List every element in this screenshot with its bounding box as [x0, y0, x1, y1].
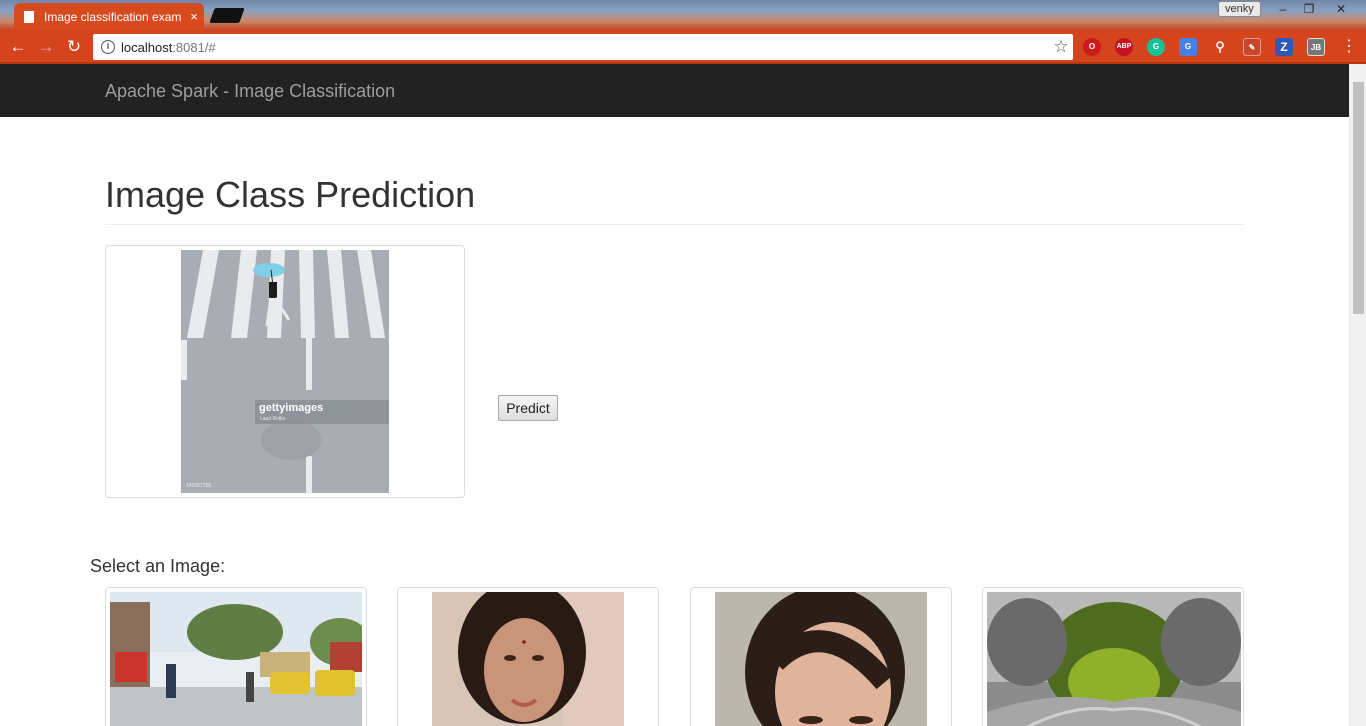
address-bar[interactable]: i localhost:8081/# ☆: [93, 34, 1073, 60]
woman-portrait-photo-2[interactable]: [715, 592, 927, 726]
navbar-brand[interactable]: Apache Spark - Image Classification: [105, 81, 395, 102]
street-scene-photo[interactable]: [110, 592, 362, 726]
page-viewport: Apache Spark - Image Classification Imag…: [0, 64, 1349, 726]
page-scrollbar[interactable]: [1349, 64, 1366, 726]
opera-icon[interactable]: O: [1083, 38, 1101, 56]
google-translate-icon[interactable]: G: [1179, 38, 1197, 56]
forward-icon[interactable]: →: [36, 37, 56, 57]
zotero-icon[interactable]: Z: [1275, 38, 1293, 56]
predict-button[interactable]: Predict: [498, 395, 558, 421]
thumbnail-card-2[interactable]: [397, 587, 659, 726]
jb-icon[interactable]: JB: [1307, 38, 1325, 56]
window-close-icon[interactable]: ✕: [1328, 0, 1354, 18]
thumbnail-card-3[interactable]: [690, 587, 952, 726]
select-image-label: Select an Image:: [90, 556, 226, 576]
grammarly-icon[interactable]: G: [1147, 38, 1165, 56]
thumbnail-card-4[interactable]: [982, 587, 1244, 726]
browser-titlebar: Image classification exam × venky – ❐ ✕: [0, 0, 1366, 30]
top-navbar: Apache Spark - Image Classification: [0, 64, 1349, 117]
url-rest: :8081/#: [172, 39, 216, 55]
new-tab-button[interactable]: [209, 8, 245, 23]
tab-title: Image classification exam: [44, 9, 182, 24]
preview-image-frame: gettyimages Lauri Rotko 142067756: [105, 245, 465, 498]
document-icon: [24, 10, 34, 23]
preview-image: gettyimages Lauri Rotko 142067756: [181, 250, 389, 493]
url-text[interactable]: localhost:8081/#: [121, 40, 1049, 55]
getty-credit: Lauri Rotko: [260, 416, 286, 422]
forest-road-photo[interactable]: [987, 592, 1241, 726]
url-host: localhost: [121, 39, 173, 55]
adblock-plus-icon[interactable]: ABP: [1115, 38, 1133, 56]
browser-toolbar: ← → ↻ i localhost:8081/# ☆ O ABP G G ⚲ ✎…: [0, 30, 1366, 64]
restore-icon[interactable]: ❐: [1296, 0, 1322, 18]
minimize-icon[interactable]: –: [1270, 0, 1296, 18]
thumbnail-card-1[interactable]: [105, 587, 367, 726]
browser-menu-icon[interactable]: ⋮: [1341, 37, 1357, 57]
page-title: Image Class Prediction: [105, 174, 476, 215]
bookmark-star-icon[interactable]: ☆: [1049, 37, 1073, 57]
search-extension-icon[interactable]: ⚲: [1211, 38, 1229, 56]
pdf-icon[interactable]: ✎: [1243, 38, 1261, 56]
getty-watermark: gettyimages: [259, 402, 324, 414]
browser-tab[interactable]: Image classification exam ×: [14, 3, 204, 30]
site-info-icon[interactable]: i: [101, 40, 115, 54]
woman-portrait-photo-1[interactable]: [432, 592, 624, 726]
back-icon[interactable]: ←: [8, 37, 28, 57]
tab-close-icon[interactable]: ×: [184, 9, 204, 24]
getty-image-code: 142067756: [186, 483, 212, 489]
page-header: Image Class Prediction: [105, 174, 1245, 225]
scrollbar-thumb[interactable]: [1353, 82, 1364, 314]
reload-icon[interactable]: ↻: [64, 37, 84, 57]
profile-button[interactable]: venky: [1218, 1, 1261, 17]
